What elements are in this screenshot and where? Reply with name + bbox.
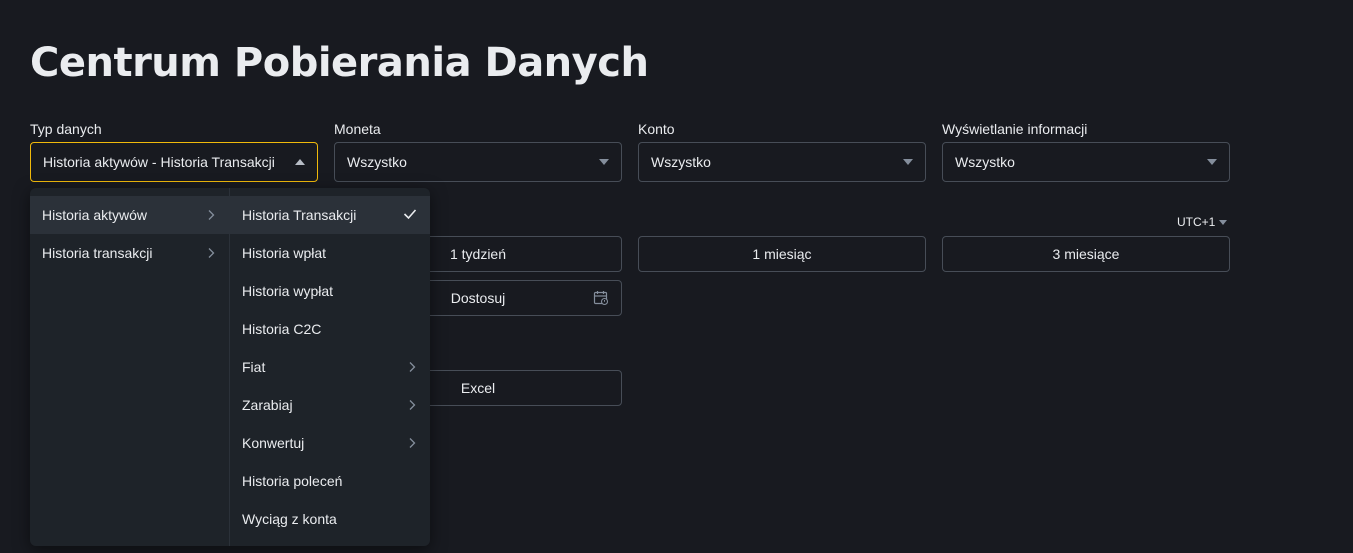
dropdown-item-label: Historia aktywów — [42, 207, 148, 223]
caret-down-icon — [903, 159, 913, 165]
account-label: Konto — [638, 121, 675, 137]
calendar-icon — [593, 291, 609, 306]
account-value: Wszystko — [651, 154, 711, 170]
range-1-month-label: 1 miesiąc — [752, 246, 812, 262]
dropdown-item-label: Zarabiaj — [242, 397, 293, 413]
data-type-label: Typ danych — [30, 121, 102, 137]
dropdown-subitem-earn[interactable]: Zarabiaj — [230, 386, 430, 424]
dropdown-subitem-fiat[interactable]: Fiat — [230, 348, 430, 386]
dropdown-item-transaction-history[interactable]: Historia transakcji — [30, 234, 229, 272]
chevron-right-icon — [409, 362, 416, 372]
dropdown-subitem-transaction-history[interactable]: Historia Transakcji — [230, 196, 430, 234]
dropdown-item-label: Fiat — [242, 359, 266, 375]
dropdown-item-label: Historia Transakcji — [242, 207, 357, 223]
dropdown-subitem-c2c-history[interactable]: Historia C2C — [230, 310, 430, 348]
coin-select[interactable]: Wszystko — [334, 142, 622, 182]
data-download-center-page: Centrum Pobierania Danych Typ danych Mon… — [0, 0, 1353, 553]
range-3-months-button[interactable]: 3 miesiące — [942, 236, 1230, 272]
caret-up-icon — [295, 159, 305, 165]
dropdown-item-label: Historia C2C — [242, 321, 322, 337]
dropdown-item-label: Konwertuj — [242, 435, 305, 451]
info-display-label: Wyświetlanie informacji — [942, 121, 1088, 137]
dropdown-item-label: Historia wypłat — [242, 283, 334, 299]
chevron-right-icon — [208, 210, 215, 220]
dropdown-item-label: Historia poleceń — [242, 473, 343, 489]
timezone-value: UTC+1 — [1177, 215, 1216, 229]
caret-down-icon — [1207, 159, 1217, 165]
range-1-week-label: 1 tydzień — [449, 246, 507, 262]
dropdown-category-column: Historia aktywów Historia transakcji — [30, 188, 230, 546]
info-display-select[interactable]: Wszystko — [942, 142, 1230, 182]
chevron-right-icon — [409, 400, 416, 410]
coin-label: Moneta — [334, 121, 381, 137]
data-type-select[interactable]: Historia aktywów - Historia Transakcji — [30, 142, 318, 182]
range-3-months-label: 3 miesiące — [1052, 246, 1120, 262]
account-select[interactable]: Wszystko — [638, 142, 926, 182]
dropdown-subitem-deposit-history[interactable]: Historia wpłat — [230, 234, 430, 272]
dropdown-item-asset-history[interactable]: Historia aktywów — [30, 196, 229, 234]
page-title: Centrum Pobierania Danych — [30, 40, 649, 86]
dropdown-item-label: Historia transakcji — [42, 245, 153, 261]
info-display-value: Wszystko — [955, 154, 1015, 170]
chevron-right-icon — [409, 438, 416, 448]
timezone-selector[interactable]: UTC+1 — [1177, 215, 1228, 229]
dropdown-subitem-convert[interactable]: Konwertuj — [230, 424, 430, 462]
excel-format-label: Excel — [460, 380, 496, 396]
dropdown-item-label: Historia wpłat — [242, 245, 327, 261]
chevron-right-icon — [208, 248, 215, 258]
dropdown-subitem-withdrawal-history[interactable]: Historia wypłat — [230, 272, 430, 310]
data-type-dropdown: Historia aktywów Historia transakcji His… — [30, 188, 430, 546]
dropdown-subcategory-column: Historia Transakcji Historia wpłat Histo… — [230, 188, 430, 546]
range-1-month-button[interactable]: 1 miesiąc — [638, 236, 926, 272]
coin-value: Wszystko — [347, 154, 407, 170]
dropdown-subitem-account-statement[interactable]: Wyciąg z konta — [230, 500, 430, 538]
checkmark-icon — [403, 209, 417, 220]
custom-range-label: Dostosuj — [450, 290, 506, 306]
dropdown-item-label: Wyciąg z konta — [242, 511, 337, 527]
dropdown-subitem-referral-history[interactable]: Historia poleceń — [230, 462, 430, 500]
caret-down-icon — [599, 159, 609, 165]
caret-down-icon — [1219, 219, 1228, 225]
data-type-value: Historia aktywów - Historia Transakcji — [43, 154, 275, 170]
